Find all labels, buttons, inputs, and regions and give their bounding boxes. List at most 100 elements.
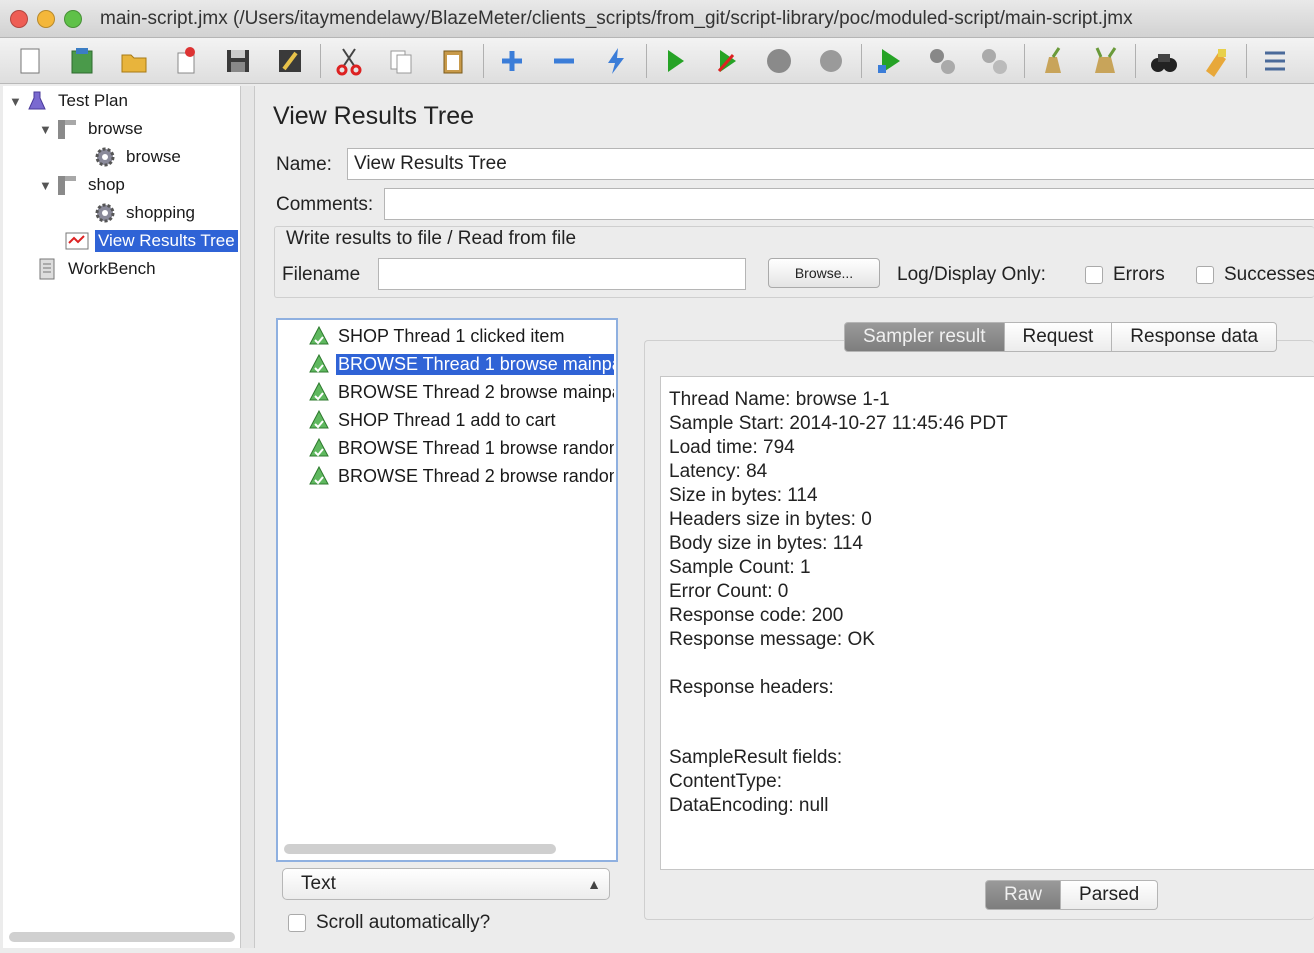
- collapse-icon[interactable]: [542, 41, 586, 81]
- save-as-icon[interactable]: [268, 41, 312, 81]
- raw-view-button[interactable]: Raw: [985, 880, 1062, 910]
- sampler-line: Size in bytes: 114: [669, 485, 818, 506]
- cut-icon[interactable]: [327, 41, 371, 81]
- tree-node-browse-group[interactable]: ▼ browse: [39, 116, 146, 142]
- result-item[interactable]: BROWSE Thread 1 browse mainpage: [308, 352, 614, 376]
- expand-arrow-icon[interactable]: ▼: [39, 122, 55, 137]
- view-results-tree-panel: View Results Tree Name: View Results Tre…: [256, 86, 1314, 953]
- open-icon[interactable]: [112, 41, 156, 81]
- checkbox-box[interactable]: [288, 914, 306, 932]
- tree-node-workbench[interactable]: WorkBench: [35, 256, 159, 282]
- reset-search-icon[interactable]: [1194, 41, 1238, 81]
- search-icon[interactable]: [1142, 41, 1186, 81]
- start-no-pause-icon[interactable]: [705, 41, 749, 81]
- sampler-result-text[interactable]: Thread Name: browse 1-1 Sample Start: 20…: [660, 376, 1314, 870]
- browse-button[interactable]: Browse...: [768, 258, 880, 288]
- toggle-icon[interactable]: [594, 41, 638, 81]
- sampler-line: Load time: 794: [669, 437, 795, 458]
- open-recent-icon[interactable]: [164, 41, 208, 81]
- sampler-line: Error Count: 0: [669, 581, 789, 602]
- templates-icon[interactable]: [60, 41, 104, 81]
- expand-icon[interactable]: [490, 41, 534, 81]
- scroll-automatically-label: Scroll automatically?: [316, 912, 491, 933]
- tree-node-view-results-tree[interactable]: View Results Tree: [65, 228, 238, 254]
- tab-response-data[interactable]: Response data: [1112, 322, 1278, 352]
- successes-label: Successes: [1224, 264, 1314, 285]
- name-label: Name:: [276, 154, 332, 175]
- save-icon[interactable]: [216, 41, 260, 81]
- sampler-line: Thread Name: browse 1-1: [669, 389, 890, 410]
- toolbar-separator: [1135, 43, 1136, 78]
- test-plan-tree: ▼ Test Plan ▼ browse browse ▼ shop shopp…: [3, 86, 241, 948]
- result-item[interactable]: BROWSE Thread 1 browse random: [308, 436, 614, 460]
- renderer-select[interactable]: Text ▲: [282, 868, 610, 900]
- start-icon[interactable]: [653, 41, 697, 81]
- gear-icon: [93, 145, 117, 169]
- expand-arrow-icon[interactable]: ▼: [9, 94, 25, 109]
- tree-node-browse-controller[interactable]: browse: [93, 144, 184, 170]
- results-icon: [65, 229, 89, 253]
- sampler-line: ContentType:: [669, 771, 783, 792]
- result-item[interactable]: BROWSE Thread 2 browse random: [308, 464, 614, 488]
- tree-horizontal-scrollbar[interactable]: [9, 932, 235, 942]
- title-bar: main-script.jmx (/Users/itaymendelawy/Bl…: [0, 0, 1314, 38]
- tree-node-shop-group[interactable]: ▼ shop: [39, 172, 128, 198]
- minimize-window-button[interactable]: [37, 9, 55, 28]
- renderer-select-value: Text: [301, 873, 336, 894]
- tab-sampler-result[interactable]: Sampler result: [844, 322, 1005, 352]
- copy-icon[interactable]: [379, 41, 423, 81]
- tree-node-label: browse: [126, 147, 181, 166]
- tree-node-label: browse: [88, 119, 143, 138]
- clear-all-icon[interactable]: [1083, 41, 1127, 81]
- close-window-button[interactable]: [10, 9, 28, 28]
- toolbar-separator: [483, 43, 484, 78]
- shutdown-icon[interactable]: [809, 41, 853, 81]
- errors-checkbox[interactable]: Errors: [1085, 264, 1165, 286]
- clear-icon[interactable]: [1031, 41, 1075, 81]
- remote-start-icon[interactable]: [868, 41, 912, 81]
- function-helper-icon[interactable]: [1253, 41, 1297, 81]
- result-item[interactable]: BROWSE Thread 2 browse mainpage: [308, 380, 614, 404]
- name-input[interactable]: View Results Tree: [347, 148, 1314, 180]
- new-icon[interactable]: [8, 41, 52, 81]
- checkbox-box[interactable]: [1085, 266, 1103, 284]
- filename-input[interactable]: [378, 258, 746, 290]
- sampler-line: Response message: OK: [669, 629, 875, 650]
- checkbox-box[interactable]: [1196, 266, 1214, 284]
- tree-node-label: Test Plan: [58, 91, 128, 110]
- tree-node-shopping-controller[interactable]: shopping: [93, 200, 198, 226]
- maximize-window-button[interactable]: [64, 9, 82, 28]
- toolbar-separator: [1246, 43, 1247, 78]
- parsed-view-button[interactable]: Parsed: [1061, 880, 1159, 910]
- sample-results-list: SHOP Thread 1 clicked item BROWSE Thread…: [276, 318, 618, 862]
- expand-arrow-icon[interactable]: ▼: [39, 178, 55, 193]
- tab-request[interactable]: Request: [1004, 322, 1113, 352]
- result-item[interactable]: SHOP Thread 1 clicked item: [308, 324, 614, 348]
- success-shield-icon: [309, 353, 329, 373]
- remote-shutdown-icon[interactable]: [972, 41, 1016, 81]
- split-pane-divider[interactable]: [241, 86, 255, 948]
- sampler-line: SampleResult fields:: [669, 747, 843, 768]
- updown-caret-icon: ▲: [587, 876, 601, 892]
- workbench-icon: [35, 257, 59, 281]
- sampler-line: DataEncoding: null: [669, 795, 829, 816]
- remote-stop-icon[interactable]: [920, 41, 964, 81]
- sampler-line: Response headers:: [669, 677, 834, 698]
- sampler-line: Sample Count: 1: [669, 557, 811, 578]
- tree-node-label: shop: [88, 175, 125, 194]
- stop-icon[interactable]: [757, 41, 801, 81]
- success-shield-icon: [309, 325, 329, 345]
- page-title: View Results Tree: [273, 102, 475, 130]
- result-item[interactable]: SHOP Thread 1 add to cart: [308, 408, 614, 432]
- success-shield-icon: [309, 465, 329, 485]
- comments-input[interactable]: [384, 188, 1314, 220]
- main-toolbar: [0, 38, 1314, 84]
- tree-node-test-plan[interactable]: ▼ Test Plan: [9, 88, 131, 114]
- results-horizontal-scrollbar[interactable]: [284, 844, 556, 854]
- successes-checkbox[interactable]: Successes: [1196, 264, 1314, 286]
- paste-icon[interactable]: [431, 41, 475, 81]
- tree-node-label: View Results Tree: [95, 230, 238, 252]
- scroll-automatically-checkbox[interactable]: Scroll automatically?: [288, 912, 490, 934]
- comments-label: Comments:: [276, 194, 374, 215]
- toolbar-separator: [861, 43, 862, 78]
